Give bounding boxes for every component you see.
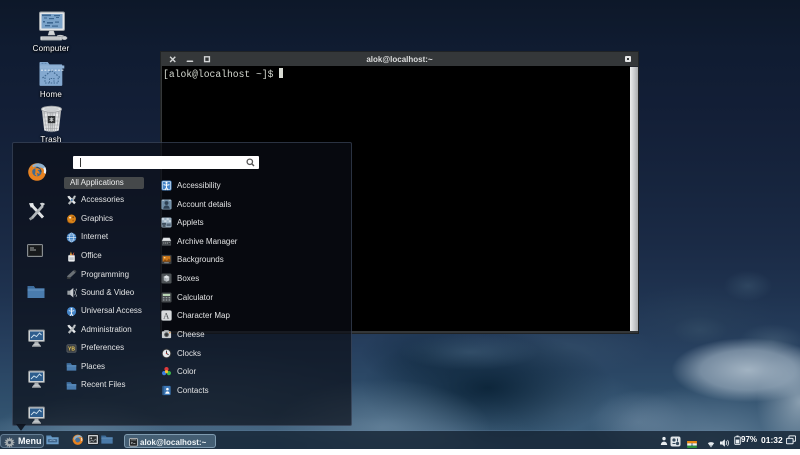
svg-text:A: A [163, 312, 169, 321]
svg-text:YB: YB [68, 346, 75, 352]
